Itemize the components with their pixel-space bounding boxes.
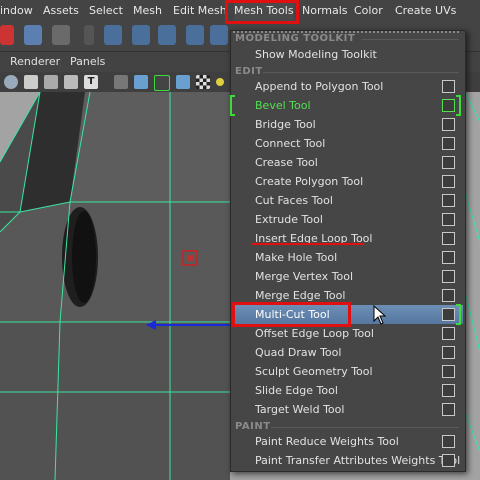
section-divider xyxy=(361,39,459,40)
wireframe-icon[interactable] xyxy=(24,75,38,89)
cube-icon[interactable] xyxy=(114,75,128,89)
option-box[interactable] xyxy=(442,289,455,302)
option-box[interactable] xyxy=(442,403,455,416)
menu-item-paint-transfer-attributes-weights[interactable]: Paint Transfer Attributes Weights Tool xyxy=(233,451,463,470)
menu-item-paint-reduce-weights[interactable]: Paint Reduce Weights Tool xyxy=(233,432,463,451)
menu-color[interactable]: Color xyxy=(354,0,383,21)
option-box[interactable] xyxy=(442,213,455,226)
shaded-cube-icon[interactable] xyxy=(134,75,148,89)
panels-menu[interactable]: Panels xyxy=(70,52,105,72)
menu-item-make-hole[interactable]: Make Hole Tool xyxy=(233,248,463,267)
option-box[interactable] xyxy=(442,308,455,321)
option-box[interactable] xyxy=(442,384,455,397)
option-box[interactable] xyxy=(442,251,455,264)
menu-mesh-tools[interactable]: Mesh Tools xyxy=(234,0,294,21)
menu-item-insert-edge-loop[interactable]: Insert Edge Loop Tool xyxy=(233,229,463,248)
image-plane-icon[interactable] xyxy=(64,75,78,89)
menu-item-bridge[interactable]: Bridge Tool xyxy=(233,115,463,134)
menu-item-create-polygon[interactable]: Create Polygon Tool xyxy=(233,172,463,191)
section-divider xyxy=(271,427,459,428)
menu-item-quad-draw[interactable]: Quad Draw Tool xyxy=(233,343,463,362)
face-tool-icon[interactable] xyxy=(186,25,204,45)
curve-tool-icon[interactable] xyxy=(158,25,176,45)
option-box[interactable] xyxy=(442,156,455,169)
grid-icon[interactable] xyxy=(44,75,58,89)
select-tool-icon[interactable] xyxy=(24,25,42,45)
active-bracket-left xyxy=(230,95,235,116)
mesh-tools-dropdown: MODELING TOOLKIT Show Modeling Toolkit E… xyxy=(230,30,466,472)
menu-create-uvs[interactable]: Create UVs xyxy=(395,0,456,21)
menu-item-target-weld[interactable]: Target Weld Tool xyxy=(233,400,463,419)
hover-bracket-right xyxy=(456,304,461,325)
option-box[interactable] xyxy=(442,365,455,378)
vertex-tool-icon[interactable] xyxy=(132,25,150,45)
renderer-menu[interactable]: Renderer xyxy=(10,52,60,72)
menu-item-crease[interactable]: Crease Tool xyxy=(233,153,463,172)
section-divider xyxy=(263,72,459,73)
separator-icon xyxy=(84,25,94,45)
uv-tool-icon[interactable] xyxy=(210,25,228,45)
option-box[interactable] xyxy=(442,327,455,340)
menu-edit-mesh[interactable]: Edit Mesh xyxy=(173,0,227,21)
option-box[interactable] xyxy=(442,232,455,245)
option-box[interactable] xyxy=(442,454,455,467)
option-box[interactable] xyxy=(442,270,455,283)
mouse-cursor-icon xyxy=(373,305,387,325)
menu-item-merge-edge[interactable]: Merge Edge Tool xyxy=(233,286,463,305)
menu-item-multi-cut[interactable]: Multi-Cut Tool xyxy=(233,305,463,324)
active-bracket-right xyxy=(456,95,461,116)
option-box[interactable] xyxy=(442,175,455,188)
option-box[interactable] xyxy=(442,99,455,112)
main-menubar: indow Assets Select Mesh Edit Mesh Mesh … xyxy=(0,0,480,22)
menu-assets[interactable]: Assets xyxy=(43,0,79,21)
lasso-tool-icon[interactable] xyxy=(52,25,70,45)
menu-window[interactable]: indow xyxy=(0,0,33,21)
section-modeling-toolkit: MODELING TOOLKIT xyxy=(235,33,356,44)
option-box[interactable] xyxy=(442,118,455,131)
menu-item-bevel[interactable]: Bevel Tool xyxy=(233,96,463,115)
light-icon[interactable] xyxy=(216,78,224,86)
menu-item-cut-faces[interactable]: Cut Faces Tool xyxy=(233,191,463,210)
menu-select[interactable]: Select xyxy=(89,0,123,21)
menu-mesh[interactable]: Mesh xyxy=(133,0,162,21)
option-box[interactable] xyxy=(442,346,455,359)
menu-item-extrude[interactable]: Extrude Tool xyxy=(233,210,463,229)
camera-icon[interactable] xyxy=(4,75,18,89)
menu-normals[interactable]: Normals xyxy=(302,0,348,21)
text-icon[interactable]: T xyxy=(84,75,98,89)
smooth-shade-icon[interactable] xyxy=(154,75,170,91)
option-box[interactable] xyxy=(442,194,455,207)
checker-icon[interactable] xyxy=(196,75,210,89)
textured-icon[interactable] xyxy=(176,75,190,89)
menu-item-connect[interactable]: Connect Tool xyxy=(233,134,463,153)
move-tool-icon[interactable] xyxy=(104,25,122,45)
menu-item-show-modeling-toolkit[interactable]: Show Modeling Toolkit xyxy=(233,45,463,64)
menu-item-slide-edge[interactable]: Slide Edge Tool xyxy=(233,381,463,400)
menu-item-merge-vertex[interactable]: Merge Vertex Tool xyxy=(233,267,463,286)
option-box[interactable] xyxy=(442,435,455,448)
menu-item-append-to-polygon[interactable]: Append to Polygon Tool xyxy=(233,77,463,96)
menu-item-sculpt-geometry[interactable]: Sculpt Geometry Tool xyxy=(233,362,463,381)
option-box[interactable] xyxy=(442,80,455,93)
annotation-underline-insert-edge-loop xyxy=(252,243,364,245)
shelf-tool-icon[interactable] xyxy=(0,25,14,45)
menu-item-offset-edge-loop[interactable]: Offset Edge Loop Tool xyxy=(233,324,463,343)
option-box[interactable] xyxy=(442,137,455,150)
